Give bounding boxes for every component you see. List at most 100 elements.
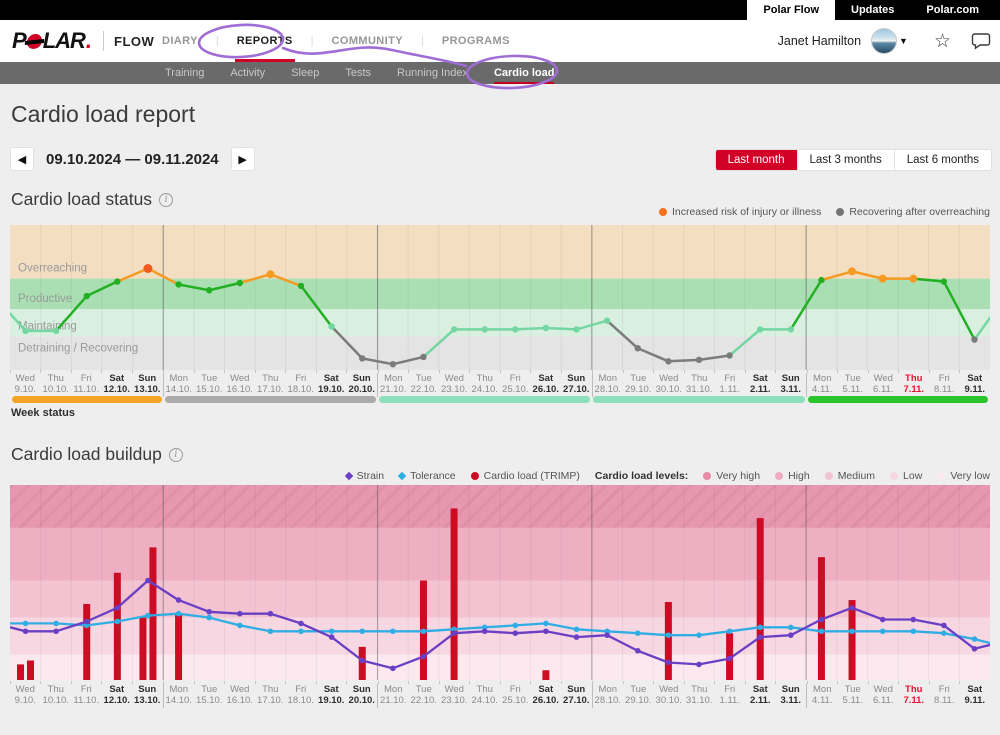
strain-data-point[interactable] bbox=[819, 617, 825, 623]
polar-logo[interactable]: PLAR. bbox=[12, 28, 91, 54]
strain-data-point[interactable] bbox=[176, 597, 182, 603]
status-data-point[interactable] bbox=[543, 325, 549, 331]
strain-data-point[interactable] bbox=[941, 623, 947, 629]
tolerance-data-point[interactable] bbox=[115, 619, 121, 625]
subnav-item-running-index[interactable]: Running Index bbox=[397, 62, 468, 84]
status-data-point[interactable] bbox=[22, 328, 28, 334]
info-icon[interactable] bbox=[159, 193, 173, 207]
strain-data-point[interactable] bbox=[513, 630, 519, 636]
strain-data-point[interactable] bbox=[268, 611, 274, 617]
subnav-item-sleep[interactable]: Sleep bbox=[291, 62, 319, 84]
strain-data-point[interactable] bbox=[849, 605, 855, 611]
strain-data-point[interactable] bbox=[115, 605, 121, 611]
tolerance-data-point[interactable] bbox=[788, 625, 794, 631]
tolerance-data-point[interactable] bbox=[145, 613, 151, 619]
subnav-item-cardio-load[interactable]: Cardio load bbox=[494, 62, 555, 84]
strain-data-point[interactable] bbox=[53, 628, 59, 634]
status-data-point[interactable] bbox=[665, 358, 671, 364]
trimp-bar[interactable] bbox=[17, 664, 24, 680]
trimp-bar[interactable] bbox=[849, 600, 856, 680]
trimp-bar[interactable] bbox=[149, 547, 156, 680]
status-data-point[interactable] bbox=[328, 323, 334, 329]
next-period-button[interactable]: ▶ bbox=[231, 147, 255, 171]
tolerance-data-point[interactable] bbox=[849, 628, 855, 634]
tolerance-data-point[interactable] bbox=[23, 621, 29, 627]
status-data-point[interactable] bbox=[512, 326, 518, 332]
tolerance-data-point[interactable] bbox=[268, 628, 274, 634]
status-data-point[interactable] bbox=[390, 361, 396, 367]
chevron-down-icon[interactable]: ▼ bbox=[899, 36, 908, 46]
status-data-point[interactable] bbox=[481, 326, 487, 332]
strain-data-point[interactable] bbox=[727, 656, 733, 662]
nav-item-programs[interactable]: PROGRAMS bbox=[440, 20, 512, 62]
user-name[interactable]: Janet Hamilton bbox=[778, 34, 861, 48]
trimp-bar[interactable] bbox=[757, 518, 764, 680]
prev-period-button[interactable]: ◀ bbox=[10, 147, 34, 171]
site-tab-polar-com[interactable]: Polar.com bbox=[910, 0, 995, 20]
nav-item-diary[interactable]: DIARY bbox=[160, 20, 200, 62]
tolerance-data-point[interactable] bbox=[329, 628, 335, 634]
tolerance-data-point[interactable] bbox=[635, 630, 641, 636]
strain-data-point[interactable] bbox=[666, 660, 672, 666]
tolerance-data-point[interactable] bbox=[696, 632, 702, 638]
strain-data-point[interactable] bbox=[543, 628, 549, 634]
status-data-point[interactable] bbox=[420, 354, 426, 360]
strain-data-point[interactable] bbox=[23, 628, 29, 634]
strain-data-point[interactable] bbox=[359, 658, 365, 664]
strain-data-point[interactable] bbox=[390, 666, 396, 672]
strain-data-point[interactable] bbox=[910, 617, 916, 623]
status-data-point[interactable] bbox=[266, 270, 274, 278]
tolerance-data-point[interactable] bbox=[206, 615, 212, 621]
trimp-bar[interactable] bbox=[83, 604, 90, 680]
range-button-last-month[interactable]: Last month bbox=[716, 150, 797, 170]
strain-data-point[interactable] bbox=[145, 578, 151, 584]
tolerance-data-point[interactable] bbox=[390, 628, 396, 634]
status-data-point[interactable] bbox=[84, 293, 90, 299]
tolerance-data-point[interactable] bbox=[574, 627, 580, 633]
strain-data-point[interactable] bbox=[635, 648, 641, 654]
nav-item-reports[interactable]: REPORTS bbox=[235, 20, 295, 62]
status-data-point[interactable] bbox=[909, 275, 917, 283]
strain-data-point[interactable] bbox=[421, 654, 427, 660]
tolerance-data-point[interactable] bbox=[819, 628, 825, 634]
status-data-point[interactable] bbox=[573, 326, 579, 332]
status-data-point[interactable] bbox=[848, 267, 856, 275]
trimp-bar[interactable] bbox=[114, 573, 121, 680]
status-data-point[interactable] bbox=[206, 287, 212, 293]
tolerance-data-point[interactable] bbox=[757, 625, 763, 631]
info-icon[interactable] bbox=[169, 448, 183, 462]
trimp-bar[interactable] bbox=[359, 647, 366, 680]
tolerance-data-point[interactable] bbox=[727, 628, 733, 634]
tolerance-data-point[interactable] bbox=[941, 630, 947, 636]
strain-data-point[interactable] bbox=[329, 634, 335, 640]
status-data-point[interactable] bbox=[53, 328, 59, 334]
tolerance-data-point[interactable] bbox=[359, 628, 365, 634]
status-data-point[interactable] bbox=[143, 264, 152, 273]
tolerance-data-point[interactable] bbox=[237, 623, 243, 629]
strain-data-point[interactable] bbox=[482, 628, 488, 634]
tolerance-data-point[interactable] bbox=[666, 632, 672, 638]
nav-item-community[interactable]: COMMUNITY bbox=[330, 20, 405, 62]
subnav-item-activity[interactable]: Activity bbox=[230, 62, 265, 84]
tolerance-data-point[interactable] bbox=[543, 621, 549, 627]
trimp-bar[interactable] bbox=[665, 602, 672, 680]
status-data-point[interactable] bbox=[971, 336, 977, 342]
strain-data-point[interactable] bbox=[604, 632, 610, 638]
status-data-point[interactable] bbox=[879, 275, 887, 283]
avatar[interactable] bbox=[871, 28, 897, 54]
status-data-point[interactable] bbox=[359, 355, 365, 361]
tolerance-data-point[interactable] bbox=[298, 628, 304, 634]
status-data-point[interactable] bbox=[757, 326, 763, 332]
strain-data-point[interactable] bbox=[84, 619, 90, 625]
tolerance-data-point[interactable] bbox=[972, 636, 978, 642]
status-data-point[interactable] bbox=[696, 357, 702, 363]
strain-data-point[interactable] bbox=[574, 634, 580, 640]
status-data-point[interactable] bbox=[114, 278, 120, 284]
strain-data-point[interactable] bbox=[788, 632, 794, 638]
range-button-last-3-months[interactable]: Last 3 months bbox=[797, 150, 894, 170]
feedback-bubble-icon[interactable] bbox=[971, 32, 992, 50]
strain-data-point[interactable] bbox=[757, 634, 763, 640]
status-data-point[interactable] bbox=[818, 277, 824, 283]
trimp-bar[interactable] bbox=[542, 670, 549, 680]
site-tab-polar-flow[interactable]: Polar Flow bbox=[747, 0, 835, 20]
